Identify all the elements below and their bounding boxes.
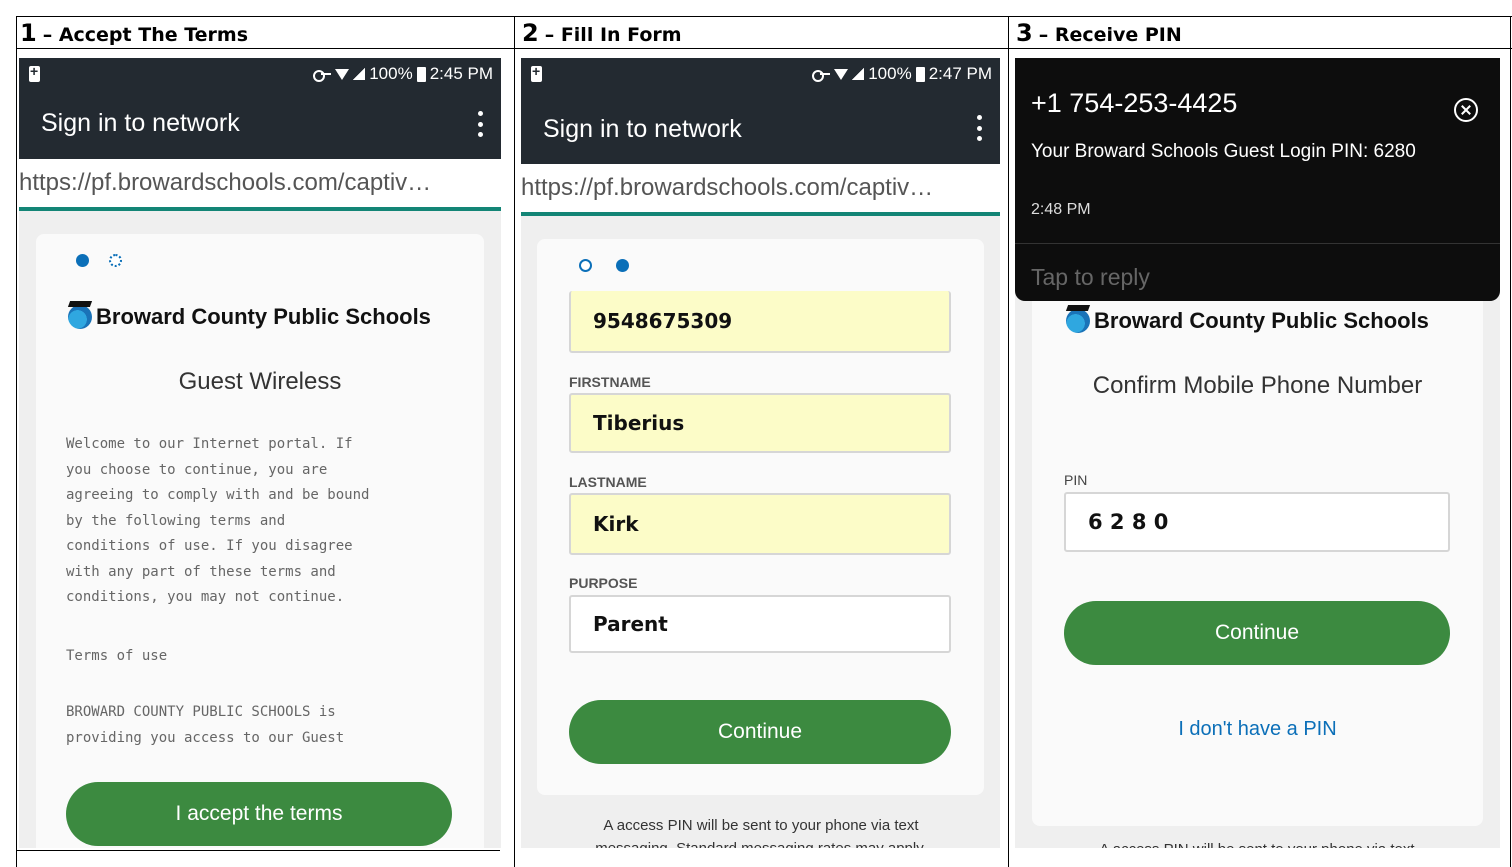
brand-header: Broward County Public Schools: [1066, 308, 1429, 334]
pin-value: 6 2 8 0: [1088, 510, 1169, 534]
close-icon[interactable]: [1454, 98, 1478, 122]
page-dot-active[interactable]: [76, 254, 89, 267]
table-border-right: [1510, 16, 1511, 867]
purpose-label: PURPOSE: [569, 575, 638, 591]
sms-notification[interactable]: +1 754-253-4425 Your Broward Schools Gue…: [1015, 58, 1500, 301]
clock: 2:47 PM: [928, 64, 992, 83]
pin-note: A access PIN will be sent to your phone …: [1061, 838, 1453, 848]
lastname-field[interactable]: Kirk: [569, 493, 951, 555]
url-bar[interactable]: https://pf.browardschools.com/captiv…: [521, 164, 1000, 216]
status-bar: 100% 2:47 PM: [521, 58, 1000, 91]
accept-terms-button[interactable]: I accept the terms: [66, 782, 452, 846]
continue-button[interactable]: Continue: [1064, 601, 1450, 665]
screenshot-fill-form: 100% 2:47 PM Sign in to network https://…: [521, 58, 1000, 848]
step-1-heading: 1 – Accept The Terms: [20, 18, 248, 48]
battery-icon: [915, 66, 925, 82]
page-dot[interactable]: [579, 259, 592, 272]
step-number: 3: [1016, 19, 1033, 47]
step-number: 1: [20, 19, 37, 47]
terms-heading: Terms of use: [66, 648, 168, 664]
table-border-top: [16, 16, 1512, 17]
firstname-value: Tiberius: [593, 411, 685, 435]
phone-field[interactable]: 9548675309: [569, 291, 951, 353]
battery-saver-icon: [531, 63, 542, 82]
battery-icon: [416, 66, 426, 82]
purpose-value: Parent: [593, 612, 668, 636]
step-title: – Fill In Form: [544, 24, 682, 46]
vpn-key-icon: [313, 70, 332, 82]
pin-field[interactable]: 6 2 8 0: [1064, 492, 1450, 552]
status-bar: 100% 2:45 PM: [19, 58, 501, 91]
continue-button[interactable]: Continue: [569, 700, 951, 764]
purpose-field[interactable]: Parent: [569, 595, 951, 653]
app-bar: Sign in to network: [521, 91, 1000, 164]
step-2-heading: 2 – Fill In Form: [522, 18, 682, 48]
page-dot-active[interactable]: [616, 259, 629, 272]
url-bar[interactable]: https://pf.browardschools.com/captiv…: [19, 159, 501, 211]
page-subtitle: Guest Wireless: [178, 368, 342, 395]
firstname-field[interactable]: Tiberius: [569, 393, 951, 453]
step-number: 2: [522, 19, 539, 47]
clock: 2:45 PM: [429, 64, 493, 83]
divider: [1015, 243, 1500, 244]
sender-phone: +1 754-253-4425: [1031, 88, 1238, 118]
app-bar: Sign in to network: [19, 91, 501, 159]
step-3-heading: 3 – Receive PIN: [1016, 18, 1182, 48]
form-card: 9548675309 FIRSTNAME Tiberius LASTNAME K…: [537, 239, 984, 795]
table-divider-1: [514, 16, 515, 867]
terms-text-continued: BROWARD COUNTY PUBLIC SCHOOLS is providi…: [66, 704, 345, 746]
battery-percent: 100%: [369, 64, 413, 83]
school-globe-logo-icon: [1066, 309, 1090, 333]
page-indicator: [579, 259, 629, 272]
wifi-icon: [335, 68, 350, 80]
lastname-label: LASTNAME: [569, 474, 647, 490]
brand-name: Broward County Public Schools: [1094, 308, 1429, 333]
phone-value: 9548675309: [593, 309, 733, 333]
tap-to-reply[interactable]: Tap to reply: [1031, 264, 1150, 291]
step-title: – Receive PIN: [1038, 24, 1182, 46]
progress-line: [19, 207, 501, 211]
step-title: – Accept The Terms: [42, 24, 249, 46]
no-pin-link[interactable]: I don't have a PIN: [1032, 718, 1483, 741]
portal-card: Broward County Public Schools Guest Wire…: [36, 234, 484, 848]
table-border-left: [16, 16, 17, 867]
sms-time: 2:48 PM: [1031, 201, 1091, 218]
url-text: https://pf.browardschools.com/captiv…: [19, 169, 432, 196]
page-subtitle: Confirm Mobile Phone Number: [1092, 372, 1423, 399]
page-indicator: [76, 254, 122, 267]
wifi-icon: [834, 68, 849, 80]
url-text: https://pf.browardschools.com/captiv…: [521, 174, 934, 201]
table-divider-2: [1008, 16, 1009, 867]
page-dot[interactable]: [109, 254, 122, 267]
brand-name: Broward County Public Schools: [96, 304, 431, 329]
pin-card: Broward County Public Schools Confirm Mo…: [1032, 238, 1483, 826]
sms-message: Your Broward Schools Guest Login PIN: 62…: [1031, 141, 1416, 162]
screenshot-accept-terms: 100% 2:45 PM Sign in to network https://…: [19, 58, 501, 848]
table-border-bottom: [16, 850, 500, 851]
vpn-key-icon: [812, 70, 831, 82]
pin-note: A access PIN will be sent to your phone …: [595, 817, 927, 848]
battery-percent: 100%: [868, 64, 912, 83]
brand-header: Broward County Public Schools: [68, 304, 431, 330]
overflow-menu-icon[interactable]: [477, 111, 483, 137]
signal-icon: [852, 68, 865, 80]
signal-icon: [353, 68, 366, 80]
pin-label: PIN: [1064, 472, 1088, 488]
firstname-label: FIRSTNAME: [569, 374, 651, 390]
battery-saver-icon: [29, 63, 40, 82]
progress-line: [521, 212, 1000, 216]
terms-text: Welcome to our Internet portal. If you c…: [66, 436, 370, 605]
school-globe-logo-icon: [68, 305, 92, 329]
lastname-value: Kirk: [593, 512, 639, 536]
tutorial-table: 1 – Accept The Terms 2 – Fill In Form 3 …: [0, 0, 1512, 867]
app-bar-title: Sign in to network: [41, 109, 240, 137]
app-bar-title: Sign in to network: [543, 115, 742, 143]
screenshot-receive-pin: Broward County Public Schools Confirm Mo…: [1015, 58, 1500, 848]
overflow-menu-icon[interactable]: [976, 115, 982, 141]
